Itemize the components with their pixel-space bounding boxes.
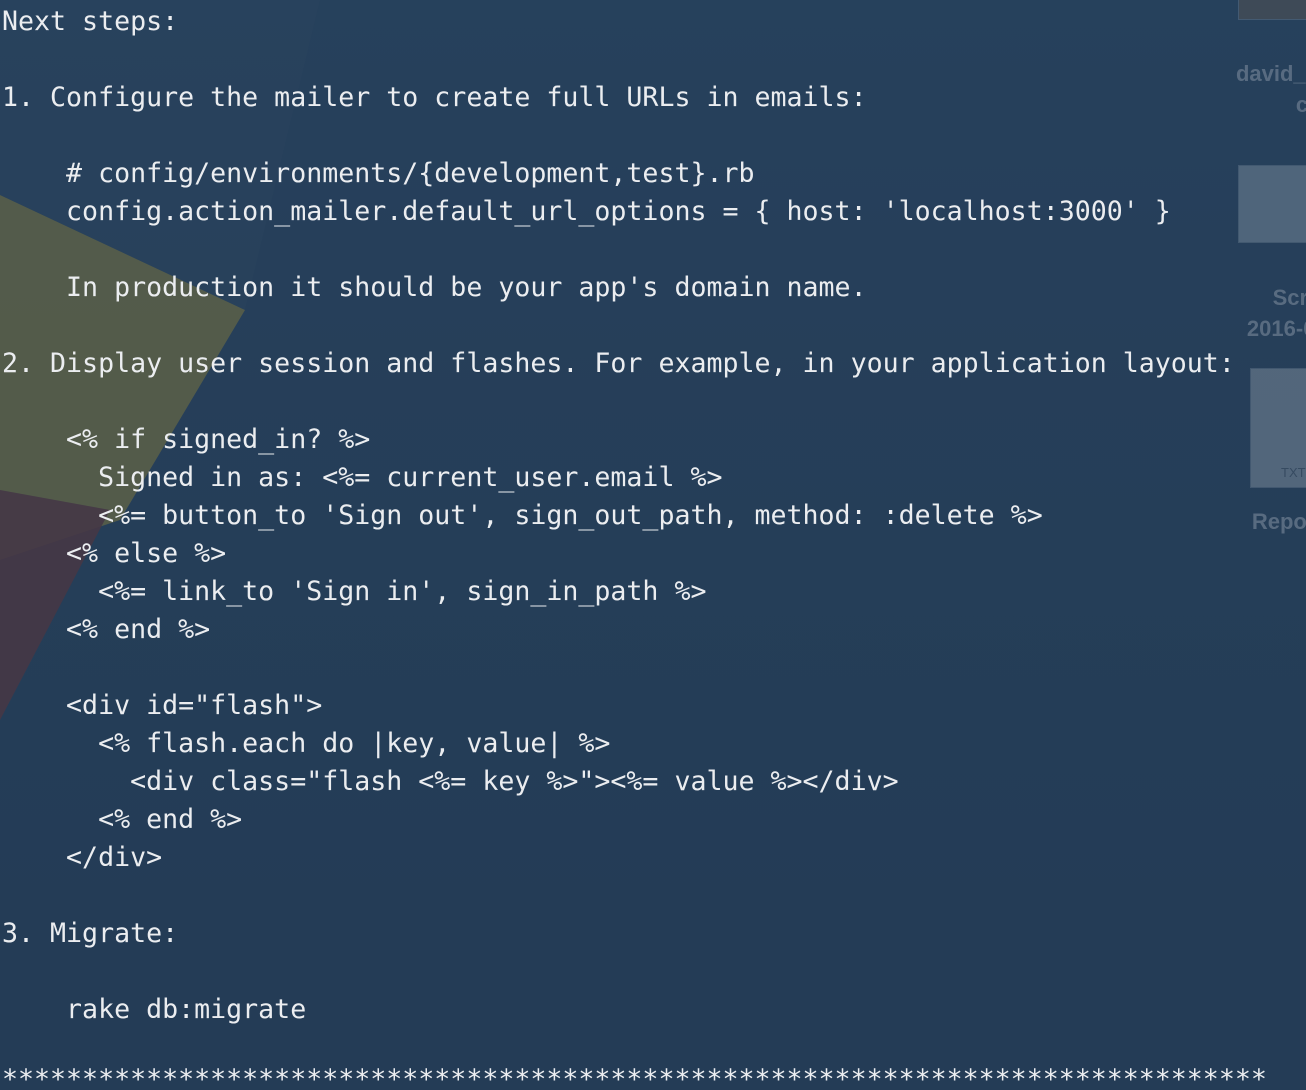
terminal-line: <div class="flash <%= key %>"><%= value … [2,766,899,797]
terminal-line: Next steps: [2,6,179,37]
terminal-output: Next steps: 1. Configure the mailer to cr… [2,3,1235,1067]
terminal-line: config.action_mailer.default_url_options… [2,196,1171,227]
terminal-line: 2. Display user session and flashes. For… [2,348,1235,379]
terminal-line: In production it should be your app's do… [2,272,867,303]
terminal-line: <div id="flash"> [2,690,323,721]
terminal-window[interactable]: Next steps: 1. Configure the mailer to cr… [0,0,1306,1090]
terminal-line: # config/environments/{development,test}… [2,158,755,189]
terminal-line: <% end %> [2,614,211,645]
terminal-line: 3. Migrate: [2,918,179,949]
terminal-separator-line: ****************************************… [2,1064,1267,1090]
terminal-line: <%= button_to 'Sign out', sign_out_path,… [2,500,1043,531]
terminal-line: <%= link_to 'Sign in', sign_in_path %> [2,576,707,607]
terminal-line: <% end %> [2,804,243,835]
terminal-line: rake db:migrate [2,994,307,1025]
terminal-line: 1. Configure the mailer to create full U… [2,82,867,113]
terminal-line: Signed in as: <%= current_user.email %> [2,462,723,493]
terminal-line: <% if signed_in? %> [2,424,371,455]
terminal-line: </div> [2,842,163,873]
terminal-line: <% else %> [2,538,227,569]
terminal-line: <% flash.each do |key, value| %> [2,728,611,759]
